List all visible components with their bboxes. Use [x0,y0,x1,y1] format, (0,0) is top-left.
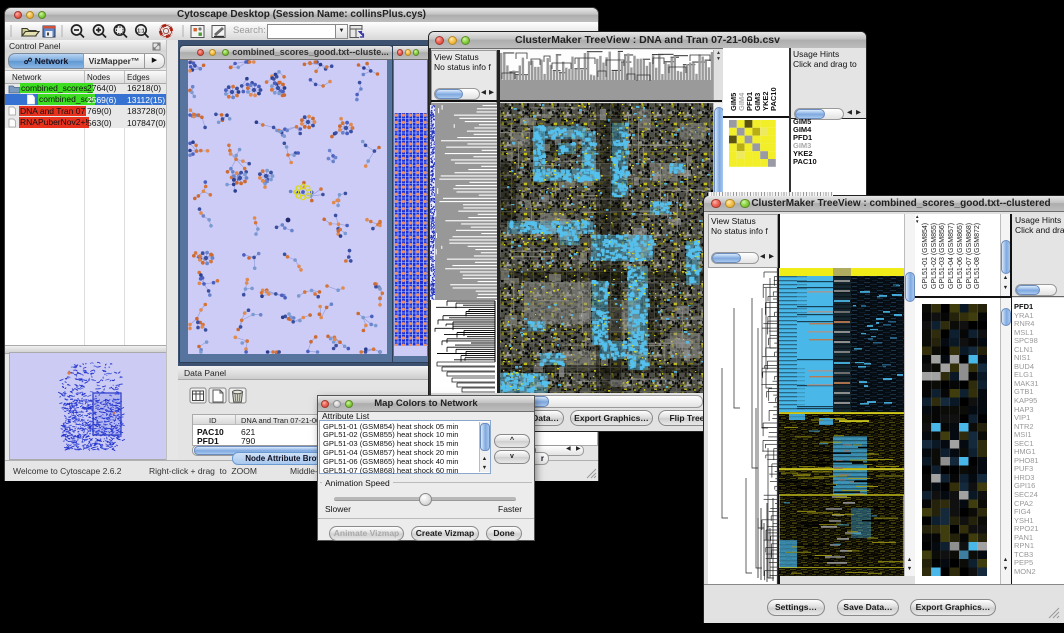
svg-text:1:1: 1:1 [137,29,145,35]
